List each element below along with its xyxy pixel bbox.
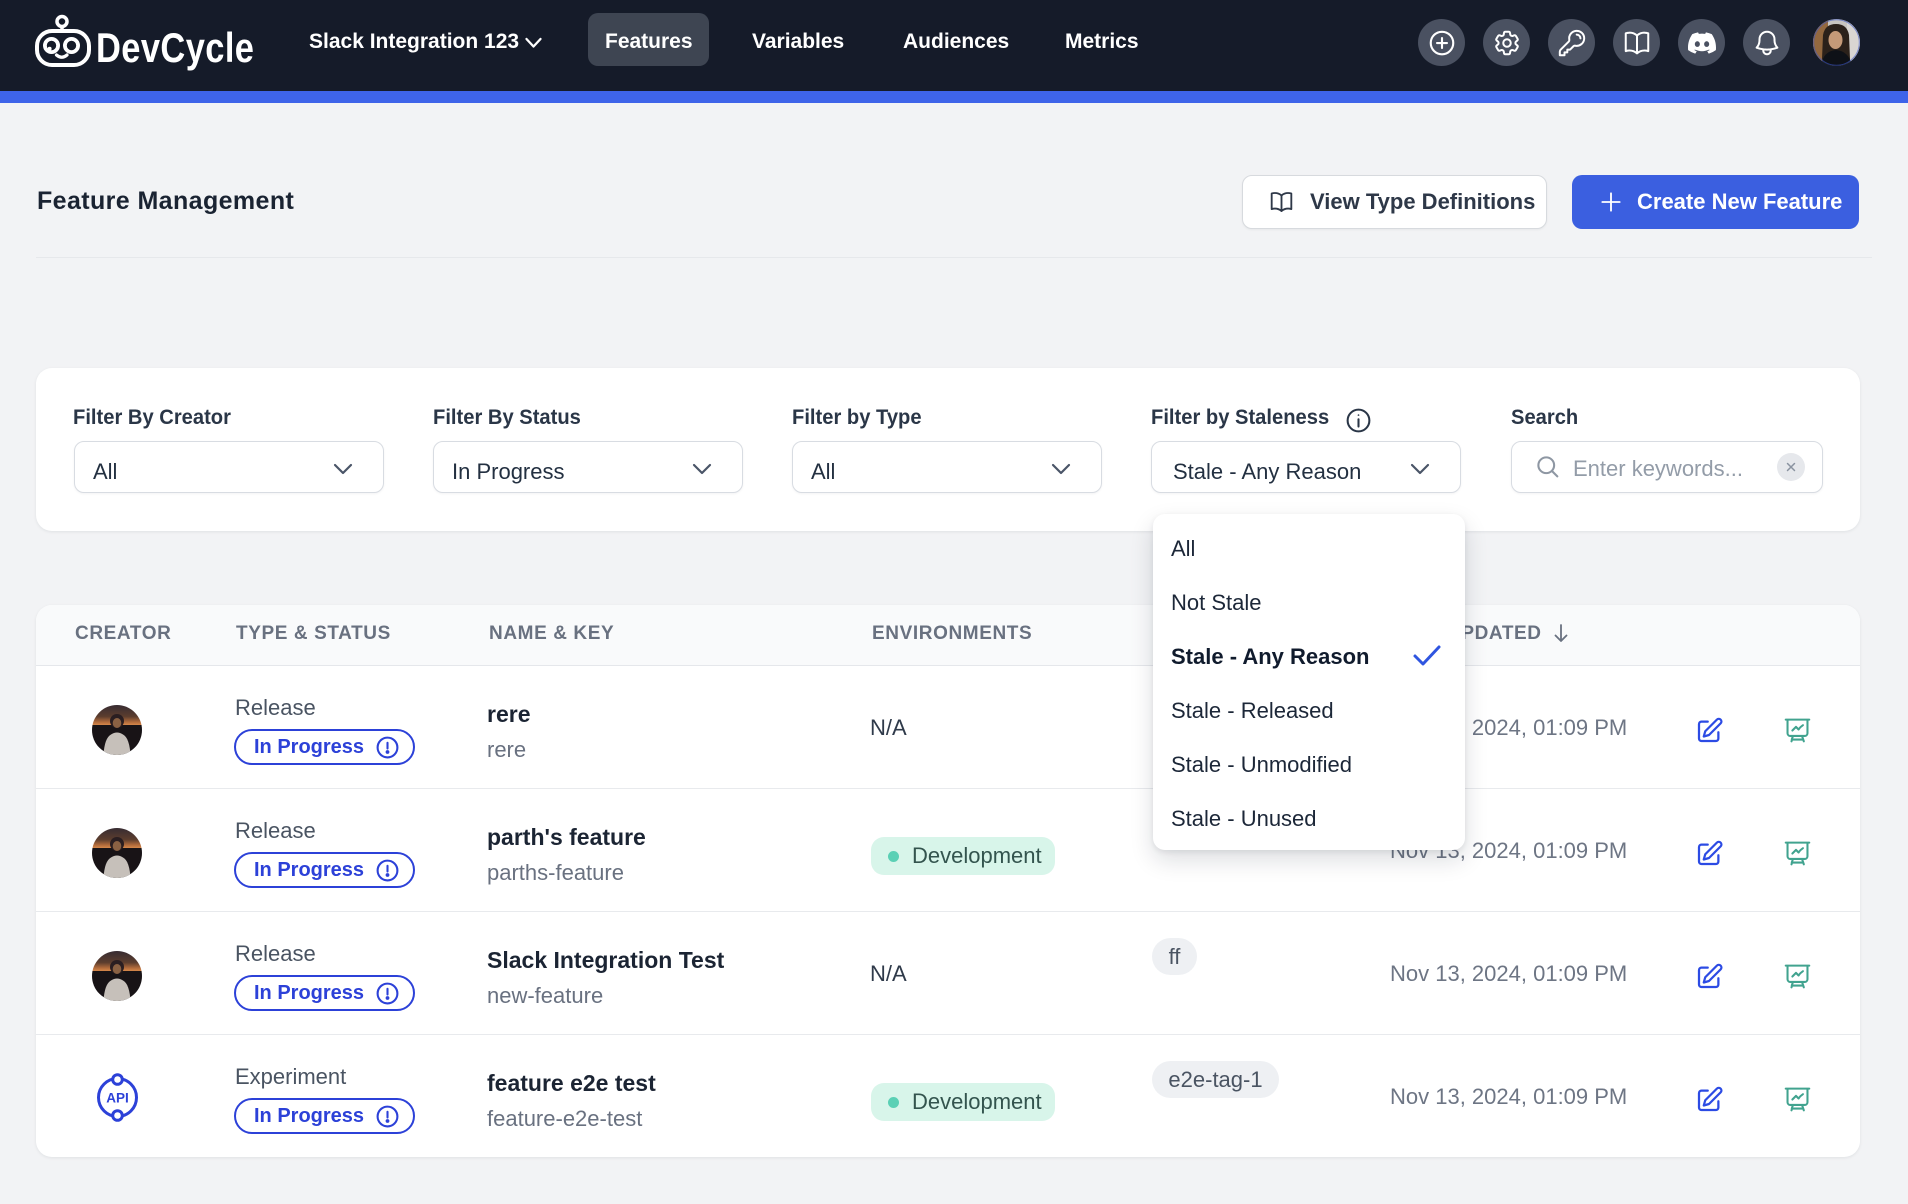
svg-text:API: API <box>106 1091 129 1106</box>
